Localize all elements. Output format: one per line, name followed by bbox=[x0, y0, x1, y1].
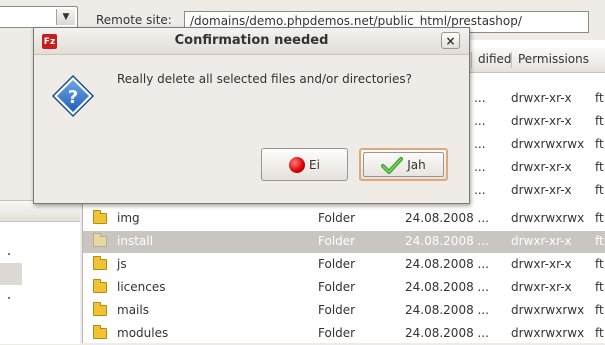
folder-icon bbox=[93, 302, 107, 316]
row-date: 24.08.2008 ... bbox=[405, 326, 489, 340]
red-circle-icon bbox=[289, 156, 306, 173]
row-name: img bbox=[117, 211, 140, 225]
row-extra: ft bbox=[595, 211, 604, 225]
folder-icon bbox=[93, 279, 107, 293]
table-row[interactable]: modules Folder 24.08.2008 ... drwxrwxrwx… bbox=[83, 323, 605, 345]
tree-dot bbox=[8, 297, 10, 299]
column-header-permissions[interactable]: Permissions bbox=[511, 52, 589, 68]
row-name: install bbox=[117, 234, 153, 248]
row-permissions: drwxr-xr-x bbox=[511, 257, 572, 271]
question-diamond-icon: ? bbox=[51, 74, 95, 118]
column-header-modified[interactable]: dified bbox=[471, 52, 512, 68]
row-permissions: drwxr-xr-x bbox=[511, 114, 572, 128]
folder-icon bbox=[93, 256, 107, 270]
no-button-label: Ei bbox=[309, 157, 320, 172]
row-permissions: drwxr-xr-x bbox=[511, 280, 572, 294]
yes-button-focus-ring: Jah bbox=[363, 152, 444, 177]
row-extra: ft bbox=[595, 114, 604, 128]
tree-dot bbox=[8, 253, 10, 255]
row-extra: ft bbox=[595, 234, 604, 248]
table-row-selected[interactable]: install Folder 24.08.2008 ... drwxr-xr-x… bbox=[83, 231, 605, 253]
row-date: 24.08.2008 ... bbox=[405, 303, 489, 317]
row-permissions: drwxrwxrwx bbox=[511, 303, 585, 317]
close-icon: × bbox=[445, 33, 456, 48]
row-name: licences bbox=[117, 280, 166, 294]
row-permissions: drwxr-xr-x bbox=[511, 91, 572, 105]
yes-button-label: Jah bbox=[407, 157, 426, 172]
row-name: mails bbox=[117, 303, 149, 317]
green-check-icon bbox=[381, 156, 404, 174]
local-tree bbox=[0, 200, 80, 344]
row-extra: ft bbox=[595, 160, 604, 174]
table-row[interactable]: licences Folder 24.08.2008 ... drwxr-xr-… bbox=[83, 277, 605, 299]
row-date: 24.08.2008 ... bbox=[405, 211, 489, 225]
table-row[interactable]: js Folder 24.08.2008 ... drwxr-xr-x ft bbox=[83, 254, 605, 276]
local-tree-header bbox=[0, 201, 80, 222]
row-name: js bbox=[117, 257, 127, 271]
row-type: Folder bbox=[318, 303, 356, 317]
row-permissions: drwxrwxrwx bbox=[511, 211, 585, 225]
row-permissions: drwxr-xr-x bbox=[511, 183, 572, 197]
row-type: Folder bbox=[318, 326, 356, 340]
folder-icon bbox=[93, 325, 107, 339]
row-type: Folder bbox=[318, 234, 356, 248]
chevron-down-icon[interactable]: ▼ bbox=[56, 9, 75, 25]
row-type: Folder bbox=[318, 280, 356, 294]
row-extra: ft bbox=[595, 91, 604, 105]
confirmation-dialog: Fz Confirmation needed × ? Really delete… bbox=[33, 27, 470, 204]
folder-icon bbox=[93, 233, 107, 247]
row-permissions: drwxr-xr-x bbox=[511, 234, 572, 248]
row-extra: ft bbox=[595, 183, 604, 197]
dialog-title: Confirmation needed bbox=[174, 33, 329, 48]
table-row[interactable]: mails Folder 24.08.2008 ... drwxrwxrwx f… bbox=[83, 300, 605, 322]
row-date: 24.08.2008 ... bbox=[405, 257, 489, 271]
dialog-message: Really delete all selected files and/or … bbox=[117, 72, 413, 86]
table-row[interactable]: img Folder 24.08.2008 ... drwxrwxrwx ft bbox=[83, 208, 605, 230]
row-extra: ft bbox=[595, 280, 604, 294]
dialog-titlebar[interactable]: Fz Confirmation needed × bbox=[34, 28, 469, 55]
yes-button[interactable]: Jah bbox=[359, 148, 448, 181]
row-extra: ft bbox=[595, 137, 604, 151]
row-type: Folder bbox=[318, 211, 356, 225]
local-site-combo[interactable]: ▼ bbox=[0, 6, 78, 28]
row-extra: ft bbox=[595, 257, 604, 271]
folder-icon bbox=[93, 210, 107, 224]
row-permissions: drwxr-xr-x bbox=[511, 160, 572, 174]
no-button[interactable]: Ei bbox=[261, 148, 348, 181]
row-name: modules bbox=[117, 326, 169, 340]
svg-text:?: ? bbox=[68, 87, 78, 108]
row-permissions: drwxrwxrwx bbox=[511, 137, 585, 151]
row-date: 24.08.2008 ... bbox=[405, 280, 489, 294]
row-extra: ft bbox=[595, 303, 604, 317]
close-button[interactable]: × bbox=[441, 32, 460, 49]
local-tree-selected-item[interactable] bbox=[0, 263, 22, 285]
row-permissions: drwxrwxrwx bbox=[511, 326, 585, 340]
row-type: Folder bbox=[318, 257, 356, 271]
row-extra: ft bbox=[595, 326, 604, 340]
row-date: 24.08.2008 ... bbox=[405, 234, 489, 248]
remote-site-label: Remote site: bbox=[96, 13, 172, 27]
